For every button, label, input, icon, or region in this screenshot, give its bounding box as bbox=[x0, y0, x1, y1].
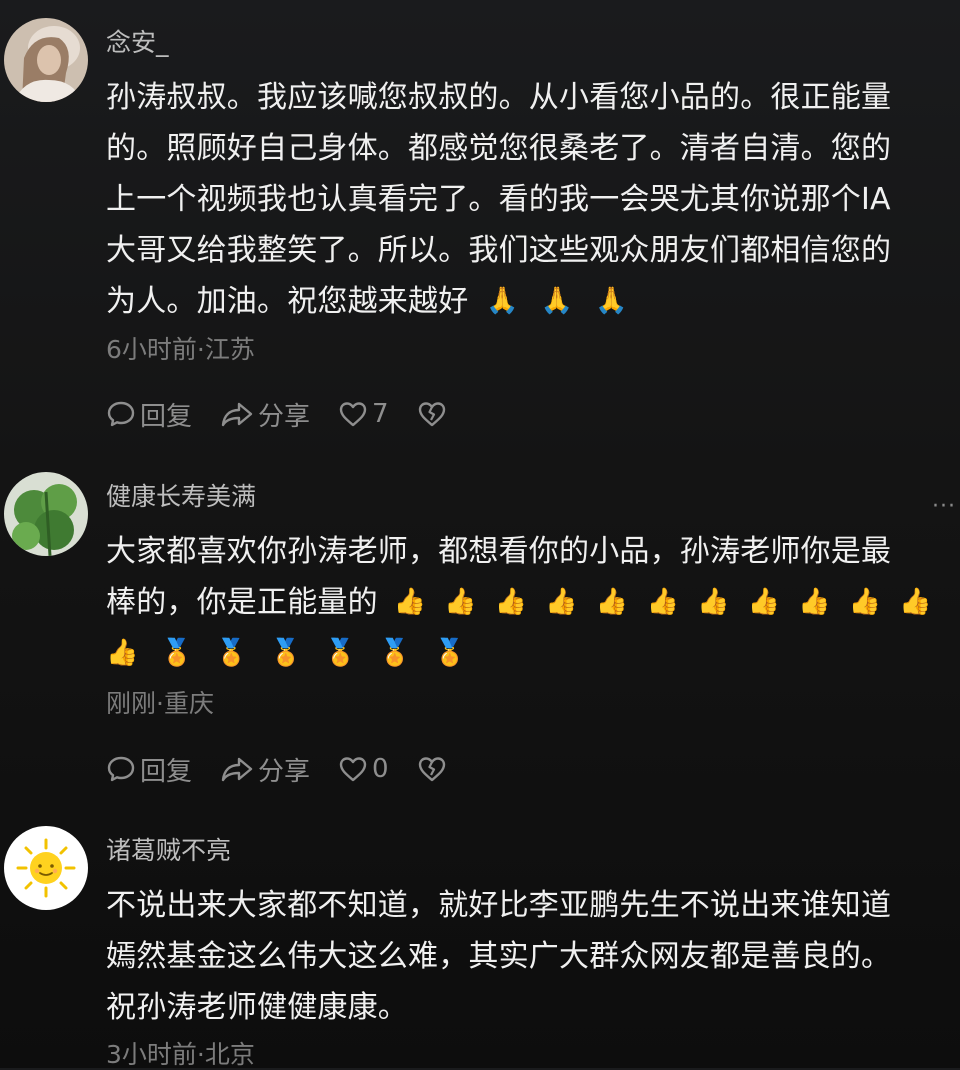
thumbs-up-emoji: 👍 bbox=[798, 587, 831, 617]
folded-hands-emoji: 🙏 bbox=[486, 286, 519, 316]
comment-emoji-line: 👍 🏅 🏅 🏅 🏅 🏅 🏅 bbox=[106, 628, 946, 679]
medal-emoji: 🏅 bbox=[215, 638, 248, 668]
avatar[interactable] bbox=[4, 18, 88, 102]
avatar[interactable] bbox=[4, 826, 88, 910]
comment-time-location: 6小时前·江苏 bbox=[106, 335, 255, 364]
dislike-button[interactable] bbox=[417, 399, 451, 429]
like-button[interactable]: 0 bbox=[338, 754, 389, 784]
folded-hands-emoji: 🙏 bbox=[540, 286, 574, 316]
comment-text: 孙涛叔叔。我应该喊您叔叔的。从小看您小品的。很正能量 的。照顾好自己身体。都感觉… bbox=[106, 72, 946, 327]
heart-icon bbox=[339, 757, 367, 782]
medal-emoji: 🏅 bbox=[269, 638, 303, 668]
medal-emoji: 🏅 bbox=[433, 638, 467, 668]
share-label: 分享 bbox=[258, 401, 311, 432]
like-count: 0 bbox=[372, 754, 389, 784]
thumbs-up-emoji: 👍 bbox=[747, 587, 781, 617]
username[interactable]: 诸葛贼不亮 bbox=[106, 836, 231, 866]
broken-heart-icon bbox=[418, 757, 445, 782]
comment-text-line: 孙涛叔叔。我应该喊您叔叔的。从小看您小品的。很正能量 bbox=[106, 80, 892, 115]
comment-actions: 回复 分享 0 bbox=[106, 751, 479, 787]
comment-text-line: 祝孙涛老师健健康康。 bbox=[106, 990, 408, 1025]
thumbs-up-emoji: 👍 bbox=[106, 638, 139, 668]
reply-button[interactable]: 回复 bbox=[106, 396, 192, 433]
comment-actions: 回复 分享 7 bbox=[106, 396, 479, 432]
medal-emoji: 🏅 bbox=[378, 638, 412, 668]
medal-emoji: 🏅 bbox=[160, 638, 194, 668]
comment-text: 不说出来大家都不知道，就好比李亚鹏先生不说出来谁知道 嫣然基金这么伟大这么难，其… bbox=[106, 880, 946, 1033]
username[interactable]: 健康长寿美满 bbox=[106, 482, 256, 512]
comment-text: 大家都喜欢你孙涛老师，都想看你的小品，孙涛老师你是最 棒的，你是正能量的 👍 👍 👍… bbox=[106, 526, 946, 679]
thumbs-up-emoji: 👍 bbox=[494, 587, 528, 617]
thumbs-up-emoji: 👍 bbox=[697, 587, 730, 617]
folded-hands-emoji: 🙏 bbox=[595, 286, 628, 316]
like-count: 7 bbox=[372, 399, 389, 429]
comment-text-line: 大家都喜欢你孙涛老师，都想看你的小品，孙涛老师你是最 bbox=[106, 534, 892, 569]
like-button[interactable]: 7 bbox=[338, 399, 389, 429]
reply-button[interactable]: 回复 bbox=[106, 751, 192, 788]
thumbs-up-emoji: 👍 bbox=[848, 587, 882, 617]
comment-text-line: 不说出来大家都不知道，就好比李亚鹏先生不说出来谁知道 bbox=[106, 888, 892, 923]
share-button[interactable]: 分享 bbox=[220, 751, 310, 788]
medal-emoji: 🏅 bbox=[324, 638, 357, 668]
thumbs-up-emoji: 👍 bbox=[545, 587, 578, 617]
comment-text-line: 嫣然基金这么伟大这么难，其实广大群众网友都是善良的。 bbox=[106, 939, 892, 974]
more-options-button[interactable]: ··· bbox=[932, 494, 956, 519]
avatar[interactable] bbox=[4, 472, 88, 556]
dislike-button[interactable] bbox=[417, 754, 451, 784]
share-label: 分享 bbox=[258, 756, 311, 787]
thumbs-up-emoji: 👍 bbox=[646, 587, 680, 617]
heart-icon bbox=[339, 402, 367, 427]
username[interactable]: 念安_ bbox=[106, 28, 169, 58]
comment-text-fragment: 棒的，你是正能量的 bbox=[106, 585, 378, 620]
thumbs-up-emoji: 👍 bbox=[595, 587, 629, 617]
thumbs-up-emoji: 👍 bbox=[393, 587, 427, 617]
reply-label: 回复 bbox=[140, 401, 193, 432]
comment-text-line-with-emojis: 为人。加油。祝您越来越好 🙏 🙏 🙏 bbox=[106, 276, 946, 327]
share-arrow-icon bbox=[221, 757, 253, 782]
comment-text-fragment: 为人。加油。祝您越来越好 bbox=[106, 284, 469, 319]
share-arrow-icon bbox=[221, 402, 253, 427]
thumbs-up-emoji: 👍 bbox=[899, 587, 932, 617]
reply-bubble-icon bbox=[107, 756, 135, 782]
comment-text-line: 的。照顾好自己身体。都感觉您很桑老了。清者自清。您的 bbox=[106, 131, 892, 166]
comment-text-line-with-emojis: 棒的，你是正能量的 👍 👍 👍 👍 👍 👍 👍 👍 👍 👍 👍 bbox=[106, 577, 946, 628]
comment-time-location: 刚刚·重庆 bbox=[106, 689, 214, 718]
thumbs-up-emoji: 👍 bbox=[444, 587, 477, 617]
comment-text-line: 上一个视频我也认真看完了。看的我一会哭尤其你说那个IA bbox=[106, 182, 891, 217]
reply-bubble-icon bbox=[107, 401, 135, 427]
broken-heart-icon bbox=[418, 402, 445, 427]
share-button[interactable]: 分享 bbox=[220, 396, 310, 433]
reply-label: 回复 bbox=[140, 756, 193, 787]
comment-time-location: 3小时前·北京 bbox=[106, 1040, 255, 1069]
comment-text-line: 大哥又给我整笑了。所以。我们这些观众朋友们都相信您的 bbox=[106, 233, 892, 268]
